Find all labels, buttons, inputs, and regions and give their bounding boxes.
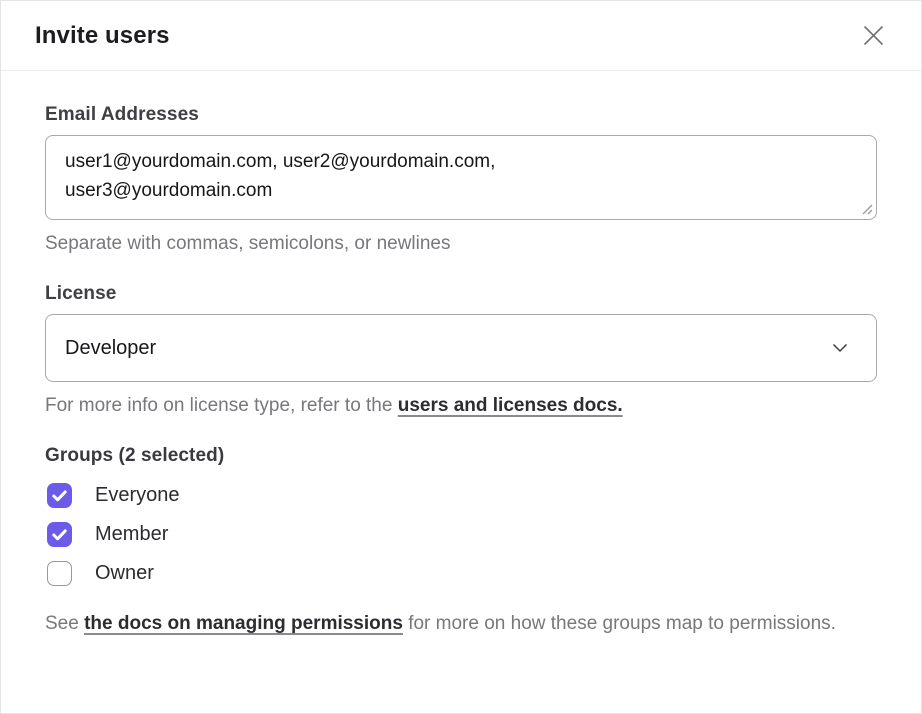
group-row-member[interactable]: Member [47,522,877,547]
group-row-owner[interactable]: Owner [47,561,877,586]
license-selected-value: Developer [65,337,156,360]
users-licenses-docs-link[interactable]: users and licenses docs. [398,395,623,416]
close-icon [861,23,886,48]
managing-permissions-docs-link[interactable]: the docs on managing permissions [84,613,403,634]
modal-header: Invite users [1,1,921,71]
groups-note-suffix: for more on how these groups map to perm… [403,613,836,634]
check-icon [52,529,67,541]
license-select[interactable]: Developer [45,314,877,382]
groups-note: See the docs on managing permissions for… [45,609,877,638]
groups-note-prefix: See [45,613,84,634]
group-row-everyone[interactable]: Everyone [47,483,877,508]
modal-body: Email Addresses user1@yourdomain.com, us… [1,71,921,638]
license-helper-prefix: For more info on license type, refer to … [45,395,398,416]
owner-checkbox-label: Owner [95,561,154,586]
license-helper-text: For more info on license type, refer to … [45,395,877,417]
everyone-checkbox[interactable] [47,483,72,508]
check-icon [52,490,67,502]
invite-users-modal: Invite users Email Addresses user1@yourd… [0,0,922,714]
close-button[interactable] [857,20,889,52]
owner-checkbox[interactable] [47,561,72,586]
chevron-down-icon [832,343,848,353]
email-textarea-wrap: user1@yourdomain.com, user2@yourdomain.c… [45,135,877,220]
email-helper-text: Separate with commas, semicolons, or new… [45,233,877,255]
member-checkbox-label: Member [95,522,168,547]
email-addresses-input[interactable]: user1@yourdomain.com, user2@yourdomain.c… [45,135,877,220]
everyone-checkbox-label: Everyone [95,483,180,508]
email-addresses-label: Email Addresses [45,104,877,126]
modal-title: Invite users [35,22,170,50]
groups-label: Groups (2 selected) [45,445,877,467]
member-checkbox[interactable] [47,522,72,547]
license-label: License [45,283,877,305]
